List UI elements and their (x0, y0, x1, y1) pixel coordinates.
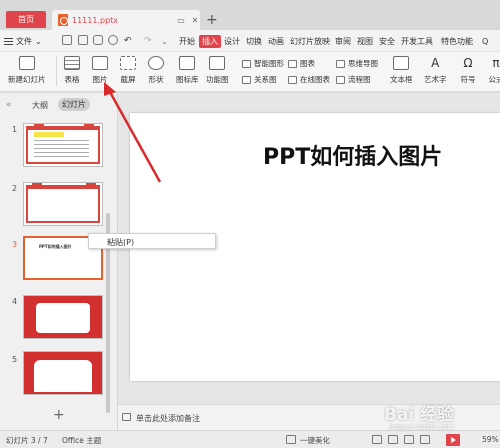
watermark-text: Bai 经验 (384, 405, 455, 425)
baidu-watermark: Bai 经验 jingyan.baidu.com (384, 400, 454, 431)
annotation-arrow (104, 82, 162, 183)
watermark-subtext: jingyan.baidu.com (389, 423, 455, 431)
